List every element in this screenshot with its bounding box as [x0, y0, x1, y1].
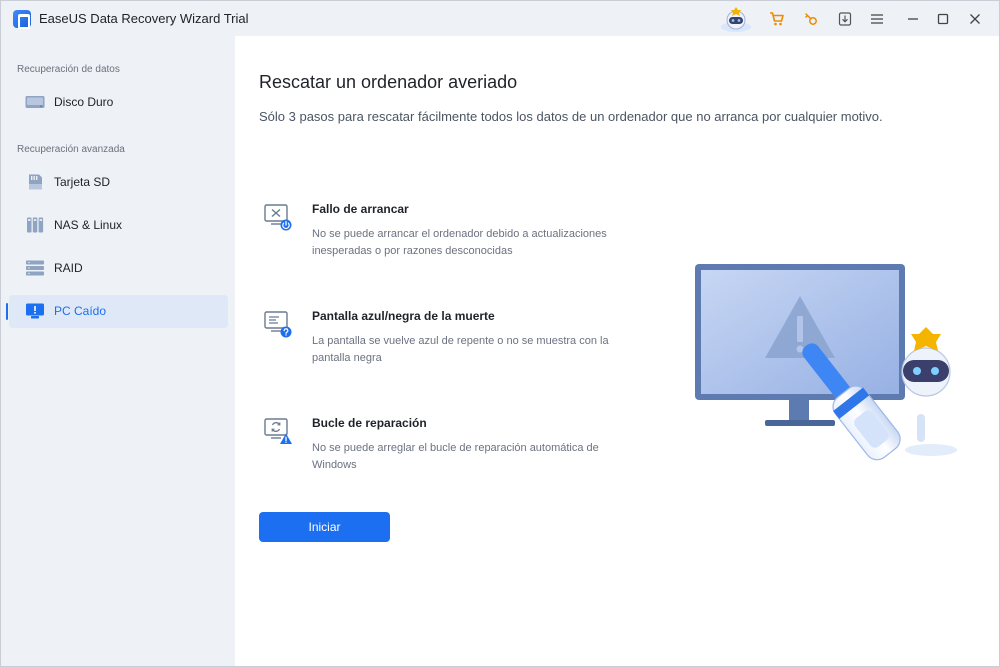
nas-icon	[25, 217, 45, 233]
key-icon[interactable]	[799, 7, 823, 31]
maximize-icon[interactable]	[931, 7, 955, 31]
feature-title: Bucle de reparación	[312, 416, 427, 430]
section-label-data-recovery: Recuperación de datos	[17, 64, 120, 75]
menu-icon[interactable]	[865, 7, 889, 31]
sidebar-item-raid[interactable]: RAID	[9, 252, 228, 285]
raid-icon	[25, 260, 45, 276]
sidebar: Recuperación de datos Disco Duro Recuper…	[1, 36, 235, 666]
crashed-pc-illustration	[691, 254, 967, 464]
feature-description: No se puede arreglar el bucle de reparac…	[312, 442, 599, 471]
sidebar-item-crashed-pc[interactable]: PC Caído	[6, 295, 228, 328]
download-icon[interactable]	[833, 7, 857, 31]
title-bar: EaseUS Data Recovery Wizard Trial	[1, 1, 999, 36]
page-title: Rescatar un ordenador averiado	[259, 72, 518, 92]
sidebar-item-label: RAID	[54, 261, 83, 275]
sd-card-icon	[25, 174, 45, 190]
sidebar-item-hard-drive[interactable]: Disco Duro	[9, 86, 228, 119]
main-panel: Rescatar un ordenador averiado Sólo 3 pa…	[235, 36, 999, 666]
sidebar-item-label: PC Caído	[54, 304, 107, 318]
start-button[interactable]: Iniciar	[259, 512, 390, 542]
repair-loop-icon	[263, 416, 293, 446]
feature-description: La pantalla se vuelve azul de repente o …	[312, 335, 609, 364]
crashed-pc-icon	[25, 303, 45, 319]
close-icon[interactable]	[963, 7, 987, 31]
feature-description: No se puede arrancar el ordenador debido…	[312, 228, 607, 257]
cart-icon[interactable]	[765, 7, 789, 31]
feature-title: Pantalla azul/negra de la muerte	[312, 309, 495, 323]
section-label-advanced-recovery: Recuperación avanzada	[17, 144, 125, 155]
blue-screen-icon	[263, 309, 293, 339]
mascot-icon[interactable]	[719, 5, 753, 33]
sidebar-item-label: Tarjeta SD	[54, 175, 111, 189]
sidebar-item-nas-linux[interactable]: NAS & Linux	[9, 209, 228, 242]
app-title: EaseUS Data Recovery Wizard Trial	[39, 11, 249, 26]
app-logo-icon	[13, 10, 31, 29]
minimize-icon[interactable]	[901, 7, 925, 31]
sidebar-item-label: NAS & Linux	[54, 218, 123, 232]
app-window: EaseUS Data Recovery Wizard Trial Recupe…	[0, 0, 1000, 667]
hard-drive-icon	[25, 94, 45, 110]
sidebar-item-sd-card[interactable]: Tarjeta SD	[9, 166, 228, 199]
sidebar-item-label: Disco Duro	[54, 95, 114, 109]
feature-title: Fallo de arrancar	[312, 202, 409, 216]
page-subtitle: Sólo 3 pasos para rescatar fácilmente to…	[259, 109, 883, 124]
boot-failure-icon	[263, 202, 293, 232]
